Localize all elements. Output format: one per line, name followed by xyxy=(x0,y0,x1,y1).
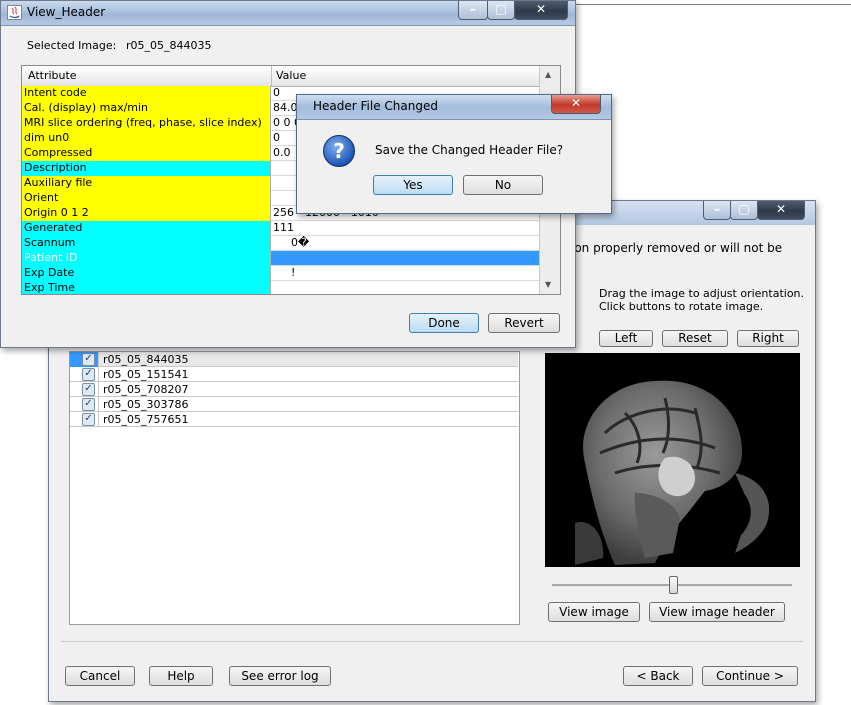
image-checkbox[interactable]: ✓ xyxy=(82,413,95,426)
help-button[interactable]: Help xyxy=(149,666,213,686)
scroll-up-arrow[interactable]: ▲ xyxy=(545,70,551,79)
attribute-cell: dim un0 xyxy=(22,131,271,146)
value-cell[interactable] xyxy=(271,251,539,266)
table-row[interactable]: Exp Date! xyxy=(22,266,539,281)
minimize-button[interactable]: – xyxy=(703,201,731,220)
question-icon: ? xyxy=(323,135,355,167)
done-button[interactable]: Done xyxy=(409,313,479,333)
selected-image-label: Selected Image: xyxy=(27,39,117,52)
view-image-header-button[interactable]: View image header xyxy=(649,602,785,622)
attribute-cell: Origin 0 1 2 xyxy=(22,206,271,221)
close-button[interactable]: ✕ xyxy=(757,201,805,220)
revert-button[interactable]: Revert xyxy=(488,313,560,333)
list-item[interactable]: ✓ r05_05_303786 xyxy=(70,397,518,412)
table-row[interactable]: Exp Time xyxy=(22,281,539,294)
header-file-changed-dialog: Header File Changed ✕ ? Save the Changed… xyxy=(296,94,612,214)
back-button[interactable]: < Back xyxy=(623,666,693,686)
image-list[interactable]: ✓ r05_05_844035 ✓ r05_05_151541 ✓ r05_05_7082… xyxy=(69,351,520,625)
rotate-right-button[interactable]: Right xyxy=(737,330,799,347)
confirm-title: Header File Changed xyxy=(313,99,438,113)
maximize-button[interactable]: □ xyxy=(487,1,515,20)
confirm-message: Save the Changed Header File? xyxy=(375,143,564,157)
attribute-cell: Orient xyxy=(22,191,271,206)
image-checkbox[interactable]: ✓ xyxy=(82,368,95,381)
selected-image-value: r05_05_844035 xyxy=(126,39,212,52)
rotate-left-button[interactable]: Left xyxy=(599,330,653,347)
attribute-cell: Exp Time xyxy=(22,281,271,294)
image-name: r05_05_303786 xyxy=(103,398,189,411)
value-cell[interactable]: 0� xyxy=(271,236,539,251)
drag-hint: Drag the image to adjust orientation. xyxy=(599,287,805,300)
maximize-button[interactable]: □ xyxy=(730,201,758,220)
image-name: r05_05_844035 xyxy=(103,353,189,366)
attribute-cell: Patient ID xyxy=(22,251,271,266)
close-button[interactable]: ✕ xyxy=(551,95,601,114)
attribute-cell: Description xyxy=(22,161,271,176)
view-header-title: View_Header xyxy=(27,5,106,19)
attribute-cell: Intent code xyxy=(22,86,271,101)
list-item[interactable]: ✓ r05_05_844035 xyxy=(70,352,518,367)
attribute-cell: Generated xyxy=(22,221,271,236)
image-checkbox[interactable]: ✓ xyxy=(82,398,95,411)
scroll-down-arrow[interactable]: ▼ xyxy=(545,280,551,289)
minimize-button[interactable]: – xyxy=(458,1,488,20)
value-cell[interactable] xyxy=(271,281,539,294)
continue-button[interactable]: Continue > xyxy=(702,666,798,686)
attribute-cell: Cal. (display) max/min xyxy=(22,101,271,116)
no-button[interactable]: No xyxy=(463,175,543,195)
attribute-cell: MRI slice ordering (freq, phase, slice i… xyxy=(22,116,271,131)
list-item[interactable]: ✓ r05_05_708207 xyxy=(70,382,518,397)
view-image-button[interactable]: View image xyxy=(548,602,640,622)
value-cell[interactable]: ! xyxy=(271,266,539,281)
orientation-slider-thumb[interactable] xyxy=(669,576,678,594)
list-item[interactable]: ✓ r05_05_151541 xyxy=(70,367,518,382)
image-name: r05_05_708207 xyxy=(103,383,189,396)
rotate-hint: Click buttons to rotate image. xyxy=(599,300,764,313)
list-item[interactable]: ✓ r05_05_757651 xyxy=(70,412,518,427)
yes-button[interactable]: Yes xyxy=(373,175,453,195)
value-cell[interactable]: 111 xyxy=(271,221,539,236)
image-name: r05_05_757651 xyxy=(103,413,189,426)
attribute-cell: Scannum xyxy=(22,236,271,251)
see-error-log-button[interactable]: See error log xyxy=(229,666,331,686)
background-window-edge xyxy=(574,4,851,5)
java-app-icon xyxy=(7,5,22,20)
image-name: r05_05_151541 xyxy=(103,368,189,381)
table-row[interactable]: Patient ID xyxy=(22,251,539,266)
footer-divider xyxy=(61,641,803,642)
table-row[interactable]: Generated 111 xyxy=(22,221,539,236)
close-button[interactable]: ✕ xyxy=(514,1,568,20)
col-attribute: Attribute xyxy=(28,69,77,82)
cancel-button[interactable]: Cancel xyxy=(65,666,135,686)
table-header: Attribute Value xyxy=(22,66,539,87)
table-row[interactable]: Scannum 0� xyxy=(22,236,539,251)
question-glyph: ? xyxy=(333,139,345,163)
attribute-cell: Auxiliary file xyxy=(22,176,271,191)
removal-message: ion properly removed or will not be xyxy=(571,241,783,255)
reset-orientation-button[interactable]: Reset xyxy=(662,330,728,347)
attribute-cell: Compressed xyxy=(22,146,271,161)
image-checkbox[interactable]: ✓ xyxy=(82,383,95,396)
attribute-cell: Exp Date xyxy=(22,266,271,281)
image-checkbox[interactable]: ✓ xyxy=(82,353,95,366)
mri-preview[interactable] xyxy=(545,353,800,567)
col-divider xyxy=(271,66,272,86)
col-value: Value xyxy=(276,69,307,82)
